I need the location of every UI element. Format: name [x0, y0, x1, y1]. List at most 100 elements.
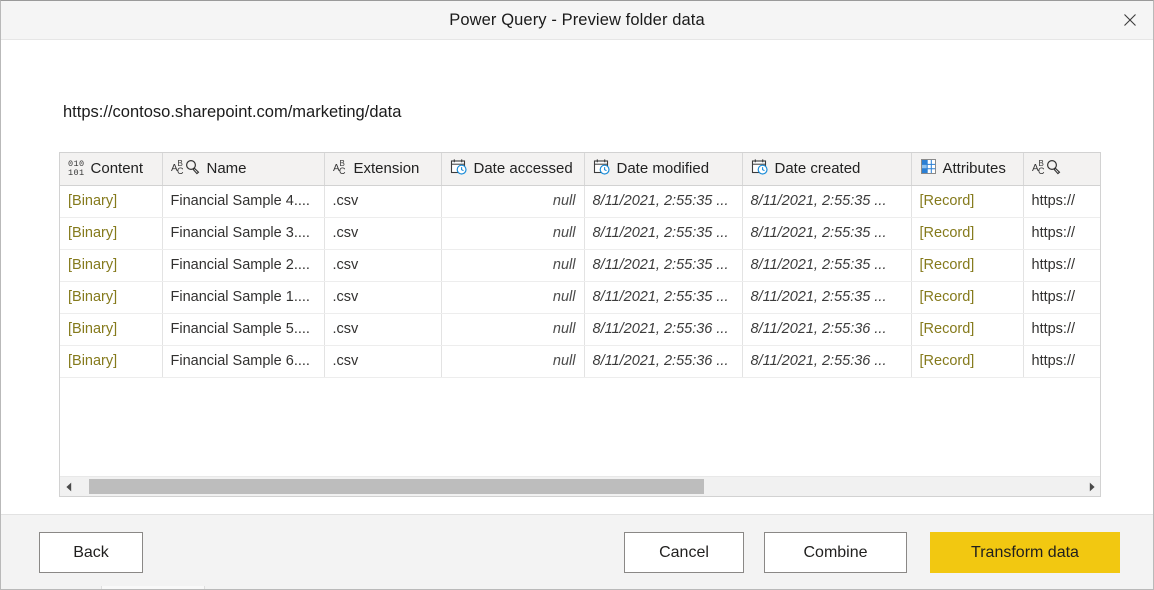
cell-content[interactable]: [Binary]: [60, 345, 163, 378]
scroll-left-button[interactable]: [60, 477, 77, 496]
record-value: [Record]: [919, 289, 975, 305]
column-header-extension[interactable]: A B C Extension: [324, 153, 442, 186]
close-icon: [1124, 14, 1136, 26]
column-header-attributes[interactable]: Attributes: [911, 153, 1024, 186]
column-header-date-accessed[interactable]: Date accessed: [441, 153, 585, 186]
record-value: [Record]: [919, 257, 975, 273]
dialog-footer: Back Cancel Combine Transform data: [1, 514, 1153, 589]
column-header-label: Content: [90, 160, 144, 178]
cell-folder-path: https://: [1023, 185, 1100, 218]
datetime-type-icon: [593, 158, 611, 180]
cell-extension: .csv: [324, 249, 442, 282]
horizontal-scrollbar[interactable]: [60, 476, 1100, 496]
cell-date-created: 8/11/2021, 2:55:35 ...: [742, 249, 912, 282]
cell-folder-path: https://: [1023, 281, 1100, 314]
cell-content[interactable]: [Binary]: [60, 249, 163, 282]
column-header-label: Date created: [774, 160, 861, 178]
cell-attributes[interactable]: [Record]: [911, 249, 1024, 282]
cell-folder-path: https://: [1023, 249, 1100, 282]
svg-text:C: C: [1038, 166, 1045, 175]
table-row[interactable]: [Binary] Financial Sample 3.... .csv nul…: [60, 217, 1100, 250]
cancel-button[interactable]: Cancel: [624, 532, 744, 573]
binary-value: [Binary]: [68, 353, 118, 369]
cell-extension: .csv: [324, 345, 442, 378]
cell-date-accessed: null: [441, 313, 585, 346]
folder-path-label: https://contoso.sharepoint.com/marketing…: [63, 103, 402, 121]
datetime-type-icon: [751, 158, 769, 180]
cell-date-created: 8/11/2021, 2:55:36 ...: [742, 345, 912, 378]
binary-value: [Binary]: [68, 193, 118, 209]
table-row[interactable]: [Binary] Financial Sample 6.... .csv nul…: [60, 345, 1100, 378]
cell-extension: .csv: [324, 185, 442, 218]
datetime-type-icon: [450, 158, 468, 180]
svg-text:C: C: [177, 166, 184, 175]
cell-attributes[interactable]: [Record]: [911, 185, 1024, 218]
column-header-name[interactable]: A B C Name: [162, 153, 325, 186]
text-type-search-icon: A B C: [1032, 158, 1062, 179]
cell-name: Financial Sample 4....: [162, 185, 325, 218]
cell-folder-path: https://: [1023, 345, 1100, 378]
combine-button[interactable]: Combine: [764, 532, 907, 573]
cell-date-accessed: null: [441, 281, 585, 314]
svg-text:C: C: [339, 166, 346, 175]
cell-content[interactable]: [Binary]: [60, 217, 163, 250]
cell-extension: .csv: [324, 281, 442, 314]
record-value: [Record]: [919, 193, 975, 209]
null-value: null: [552, 193, 576, 209]
table-row[interactable]: [Binary] Financial Sample 1.... .csv nul…: [60, 281, 1100, 314]
record-value: [Record]: [919, 225, 975, 241]
preview-grid: 010 101 Content A B C Name A B C Extensi…: [59, 152, 1101, 497]
null-value: null: [552, 257, 576, 273]
table-row[interactable]: [Binary] Financial Sample 5.... .csv nul…: [60, 313, 1100, 346]
cell-folder-path: https://: [1023, 217, 1100, 250]
record-value: [Record]: [919, 353, 975, 369]
record-type-icon: [920, 158, 937, 179]
cell-name: Financial Sample 1....: [162, 281, 325, 314]
record-value: [Record]: [919, 321, 975, 337]
cell-content[interactable]: [Binary]: [60, 281, 163, 314]
table-row[interactable]: [Binary] Financial Sample 4.... .csv nul…: [60, 185, 1100, 218]
binary-value: [Binary]: [68, 321, 118, 337]
cell-name: Financial Sample 5....: [162, 313, 325, 346]
column-header-label: Date modified: [616, 160, 710, 178]
cell-date-accessed: null: [441, 345, 585, 378]
cell-date-modified: 8/11/2021, 2:55:35 ...: [584, 249, 743, 282]
column-header-folder-path[interactable]: A B C: [1023, 153, 1100, 186]
binary-type-icon: 010 101: [68, 158, 85, 178]
cell-date-created: 8/11/2021, 2:55:35 ...: [742, 281, 912, 314]
cell-content[interactable]: [Binary]: [60, 185, 163, 218]
cell-date-modified: 8/11/2021, 2:55:35 ...: [584, 185, 743, 218]
scrollbar-thumb[interactable]: [89, 479, 704, 494]
scrollbar-track[interactable]: [77, 477, 1083, 496]
cell-name: Financial Sample 6....: [162, 345, 325, 378]
cell-content[interactable]: [Binary]: [60, 313, 163, 346]
title-bar: Power Query - Preview folder data: [1, 1, 1153, 40]
cell-attributes[interactable]: [Record]: [911, 345, 1024, 378]
cell-date-modified: 8/11/2021, 2:55:36 ...: [584, 313, 743, 346]
table-body: [Binary] Financial Sample 4.... .csv nul…: [60, 185, 1100, 378]
power-query-dialog: Power Query - Preview folder data https:…: [0, 0, 1154, 590]
back-button[interactable]: Back: [39, 532, 143, 573]
cell-name: Financial Sample 3....: [162, 217, 325, 250]
dialog-title: Power Query - Preview folder data: [449, 10, 705, 29]
column-header-date-modified[interactable]: Date modified: [584, 153, 743, 186]
close-button[interactable]: [1107, 1, 1153, 39]
scroll-right-button[interactable]: [1083, 477, 1100, 496]
cell-date-created: 8/11/2021, 2:55:35 ...: [742, 185, 912, 218]
column-header-content[interactable]: 010 101 Content: [60, 153, 163, 186]
cell-date-modified: 8/11/2021, 2:55:35 ...: [584, 281, 743, 314]
cell-attributes[interactable]: [Record]: [911, 313, 1024, 346]
cell-date-accessed: null: [441, 185, 585, 218]
cell-attributes[interactable]: [Record]: [911, 217, 1024, 250]
transform-data-button[interactable]: Transform data: [930, 532, 1120, 573]
chevron-left-icon: [65, 482, 71, 491]
cell-date-accessed: null: [441, 217, 585, 250]
binary-value: [Binary]: [68, 257, 118, 273]
footer-overflow-artifact: [101, 586, 205, 589]
cell-name: Financial Sample 2....: [162, 249, 325, 282]
table-row[interactable]: [Binary] Financial Sample 2.... .csv nul…: [60, 249, 1100, 282]
dialog-body: https://contoso.sharepoint.com/marketing…: [1, 40, 1153, 514]
null-value: null: [552, 353, 576, 369]
column-header-date-created[interactable]: Date created: [742, 153, 912, 186]
cell-attributes[interactable]: [Record]: [911, 281, 1024, 314]
